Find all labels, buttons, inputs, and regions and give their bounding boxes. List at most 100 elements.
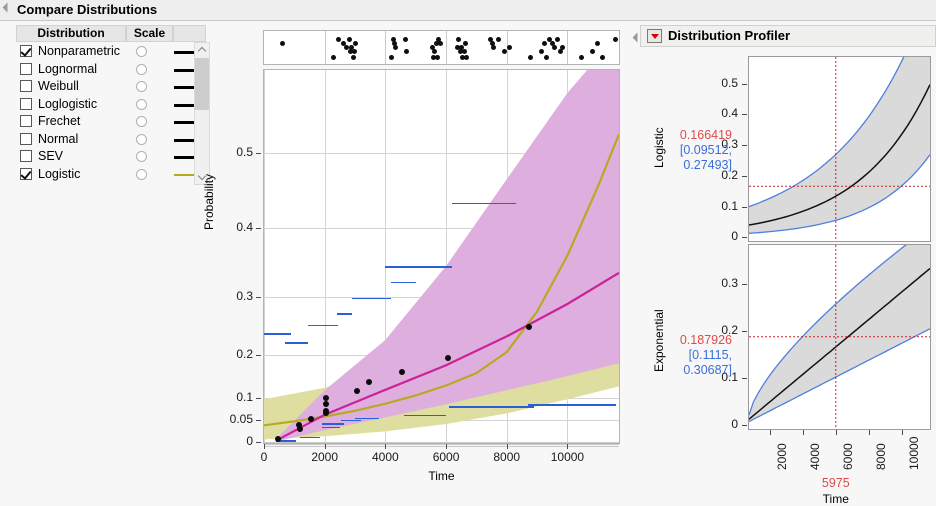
distribution-checkbox[interactable] — [20, 132, 32, 145]
profiler-y-tick-mark — [742, 425, 747, 427]
x-axis-tick-label: 8000 — [493, 450, 521, 464]
profiler-ci-lower: [0.1115, — [688, 348, 732, 362]
profiler-x-tick-mark — [836, 430, 838, 435]
distribution-row[interactable]: Loglogistic — [16, 96, 206, 113]
distribution-checkbox[interactable] — [20, 167, 32, 180]
distribution-row[interactable]: Weibull — [16, 78, 206, 95]
y-axis-tick-label: 0.3 — [236, 289, 253, 303]
profiler-x-tick-label: 4000 — [808, 443, 823, 470]
data-point[interactable] — [365, 378, 372, 385]
scale-radio[interactable] — [136, 116, 147, 127]
profiler-x-axis: 2000 4000 6000 8000 10000 5975 Time — [749, 430, 930, 506]
y-axis-tick-mark — [256, 398, 261, 399]
scale-radio[interactable] — [136, 151, 147, 162]
column-header-distribution: Distribution — [16, 25, 126, 42]
distribution-row[interactable]: Frechet — [16, 113, 206, 130]
profiler-y-tick-mark — [742, 145, 747, 147]
distribution-row[interactable]: Nonparametric — [16, 43, 206, 60]
profiler-y-tick-mark — [742, 114, 747, 116]
dot-strip-point — [541, 41, 547, 46]
profiler-mean-curve — [749, 267, 930, 420]
x-axis-tick-mark — [385, 444, 387, 449]
probability-y-axis: 0 0.05 0.1 0.2 0.3 0.4 0.5 — [200, 69, 262, 448]
dot-strip-divider — [446, 31, 448, 64]
dot-strip-point — [528, 55, 534, 60]
dot-strip-point — [350, 55, 356, 60]
dot-strip-point — [552, 45, 558, 50]
dot-strip-point — [490, 45, 496, 50]
profiler-value-block: 0.187926 [0.1115, 0.30687] — [662, 333, 732, 378]
dot-strip-point — [496, 37, 502, 42]
profiler-current-x-value[interactable]: 5975 — [814, 476, 858, 490]
distribution-row[interactable]: SEV — [16, 148, 206, 165]
dot-strip-divider — [385, 31, 387, 64]
time-x-axis: 0 2000 4000 6000 8000 10000 — [261, 444, 620, 472]
profiler-y-tick-label: 0.1 — [721, 198, 738, 213]
profiler-y-tick-label: 0 — [731, 417, 738, 432]
distribution-label: SEV — [38, 149, 64, 163]
y-axis-tick-label: 0.5 — [236, 145, 253, 159]
profiler-ci-lower: [0.09512, — [679, 143, 732, 157]
distribution-checkbox[interactable] — [20, 150, 32, 162]
dot-strip-point — [555, 37, 561, 42]
dot-strip-point — [336, 37, 342, 42]
distribution-label: Weibull — [38, 79, 79, 93]
profiler-plot-logistic[interactable] — [748, 56, 931, 242]
distribution-checkbox[interactable] — [20, 62, 32, 75]
profiler-confidence-band — [749, 245, 930, 422]
scale-radio[interactable] — [136, 63, 147, 75]
x-axis-tick-mark — [506, 444, 508, 449]
distribution-label: Frechet — [38, 114, 81, 128]
distribution-checkbox[interactable] — [20, 115, 32, 127]
profiler-y-tick-mark — [742, 175, 747, 177]
scale-radio[interactable] — [136, 98, 147, 110]
profiler-x-tick-mark — [902, 430, 904, 435]
distribution-label: Logistic — [38, 166, 81, 181]
distribution-checkbox[interactable] — [20, 45, 32, 57]
triangle-disclosure-icon[interactable] — [632, 32, 643, 43]
dot-strip-point — [352, 49, 358, 54]
nonparametric-step-segment — [403, 414, 447, 417]
y-axis-label: Probability — [202, 173, 216, 230]
nonparametric-step-segment — [341, 419, 362, 422]
scale-radio[interactable] — [136, 168, 147, 180]
data-point[interactable] — [353, 387, 360, 394]
dot-strip-point — [393, 45, 399, 50]
column-header-scale: Scale — [126, 25, 173, 42]
x-axis-label: Time — [428, 469, 455, 483]
profiler-ci-upper: 0.30687] — [683, 363, 732, 377]
profiler-y-tick-mark — [742, 237, 747, 239]
nonparametric-step-segment — [385, 265, 453, 268]
dot-strip-point — [437, 41, 443, 46]
profiler-plot-exponential[interactable] — [748, 244, 931, 430]
distribution-row[interactable]: Logistic — [16, 166, 206, 183]
scale-radio[interactable] — [136, 46, 147, 57]
nonparametric-step-segment — [527, 404, 616, 406]
dot-strip-point — [579, 55, 585, 60]
distribution-row[interactable]: Lognormal — [16, 61, 206, 78]
scale-radio[interactable] — [136, 133, 147, 145]
distribution-row[interactable]: Normal — [16, 131, 206, 148]
dot-strip-point — [389, 55, 395, 60]
scale-radio[interactable] — [136, 81, 147, 92]
distribution-checkbox[interactable] — [20, 97, 32, 110]
red-triangle-menu-icon[interactable] — [647, 29, 662, 43]
page-title: Compare Distributions — [17, 2, 158, 17]
profiler-title: Distribution Profiler — [668, 28, 791, 43]
dot-strip-point — [539, 49, 545, 54]
nonparametric-step-segment — [449, 406, 535, 408]
profiler-curve — [749, 245, 930, 429]
nonparametric-step-segment — [285, 342, 308, 344]
probability-plot-area[interactable] — [263, 69, 620, 447]
nonparametric-step-segment — [307, 324, 339, 327]
profiler-predicted-value: 0.166419 — [679, 128, 732, 142]
triangle-disclosure-icon[interactable] — [2, 2, 13, 13]
profiler-y-tick-label: 0 — [731, 229, 738, 244]
y-axis-tick-label: 0.2 — [236, 347, 253, 361]
profiler-predicted-value: 0.187926 — [679, 333, 732, 347]
y-axis-tick-mark — [256, 228, 261, 229]
distribution-checkbox[interactable] — [20, 80, 32, 92]
profiler-x-tick-label: 6000 — [841, 443, 856, 470]
y-axis-tick-mark — [256, 420, 261, 421]
profiler-x-tick-label: 2000 — [775, 443, 790, 470]
